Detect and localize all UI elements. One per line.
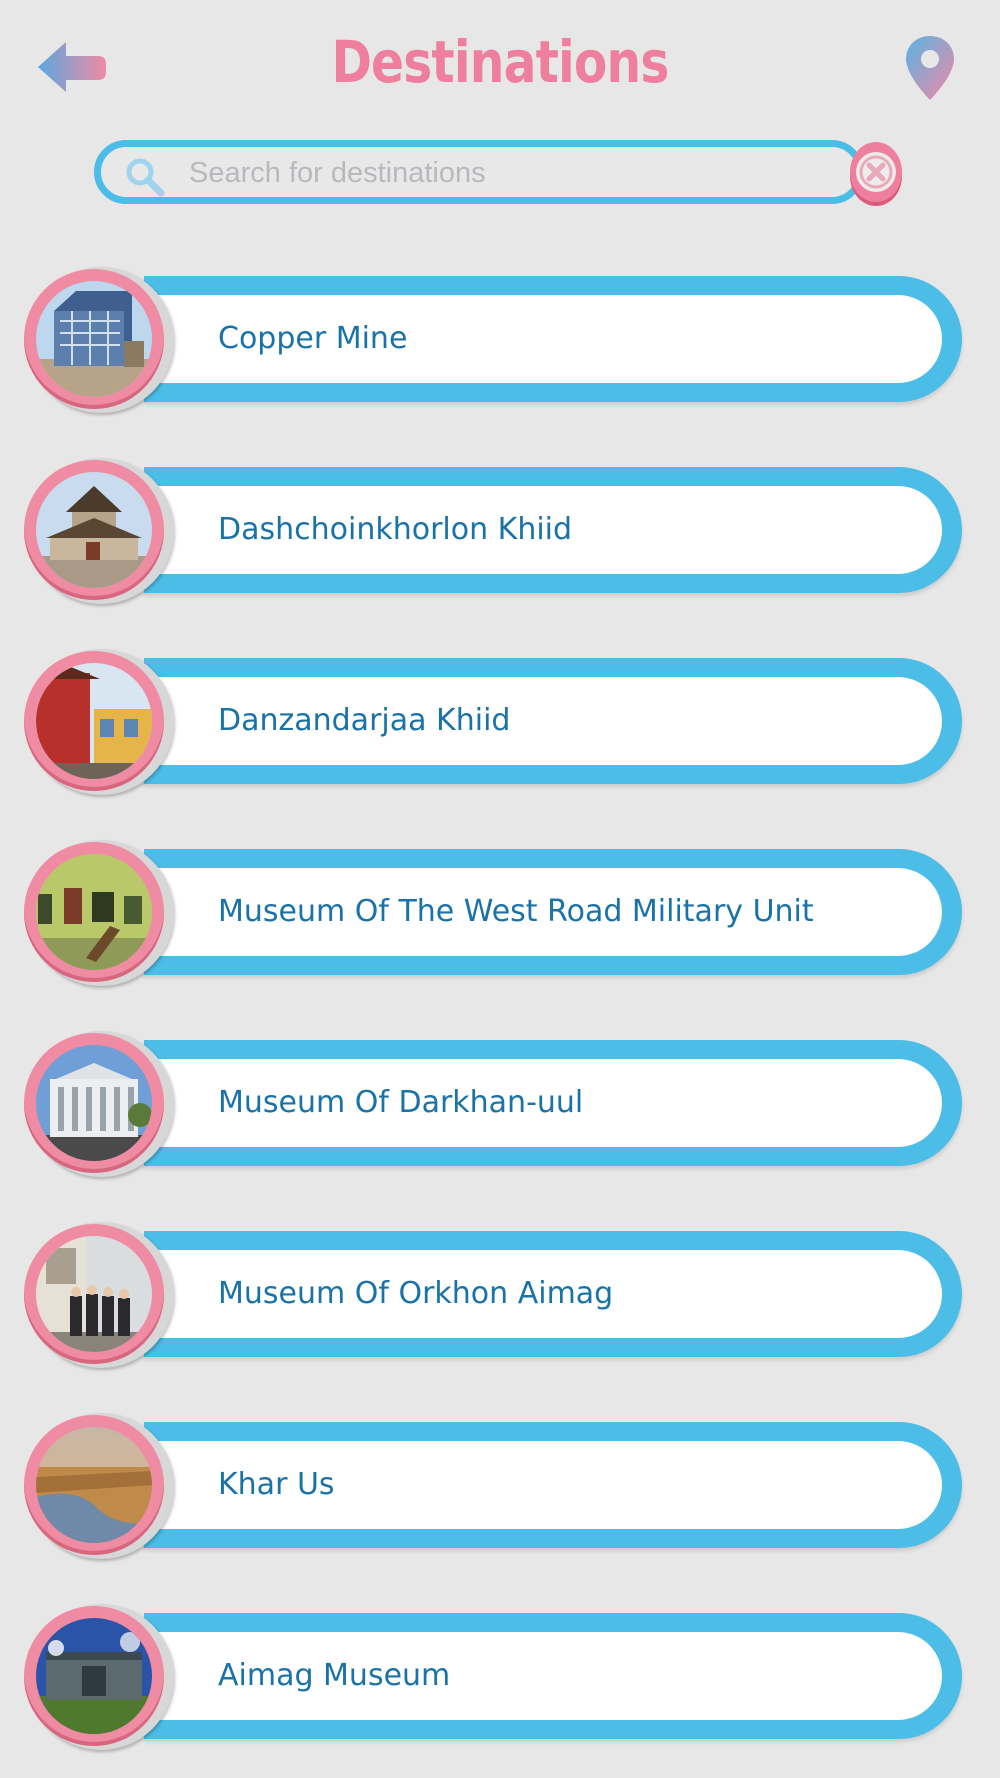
destination-thumbnail — [24, 1413, 174, 1559]
destination-thumbnail — [24, 458, 174, 604]
destination-name: Museum Of Darkhan-uul — [218, 1085, 584, 1120]
destination-name: Museum Of Orkhon Aimag — [218, 1276, 614, 1311]
destination-list: Copper Mine Dashchoinkhorlon Khiid Danza… — [0, 0, 1000, 1778]
destination-name: Khar Us — [218, 1467, 335, 1502]
destination-name: Aimag Museum — [218, 1658, 451, 1693]
destination-item[interactable]: Khar Us — [24, 1413, 964, 1572]
destination-thumbnail — [24, 840, 174, 986]
destination-thumbnail — [24, 649, 174, 795]
destination-item[interactable]: Museum Of Orkhon Aimag — [24, 1222, 964, 1381]
destination-thumbnail — [24, 1031, 174, 1177]
destination-item[interactable]: Copper Mine — [24, 267, 964, 426]
destination-name: Dashchoinkhorlon Khiid — [218, 512, 573, 547]
destination-thumbnail — [24, 1604, 174, 1750]
destination-item[interactable]: Museum Of Darkhan-uul — [24, 1031, 964, 1190]
destination-thumbnail — [24, 267, 174, 413]
destination-item[interactable]: Aimag Museum — [24, 1604, 964, 1763]
destination-item[interactable]: Dashchoinkhorlon Khiid — [24, 458, 964, 617]
destination-item[interactable]: Danzandarjaa Khiid — [24, 649, 964, 808]
destination-name: Copper Mine — [218, 321, 408, 356]
destination-thumbnail — [24, 1222, 174, 1368]
destination-name: Danzandarjaa Khiid — [218, 703, 511, 738]
destination-item[interactable]: Museum Of The West Road Military Unit — [24, 840, 964, 999]
destination-name: Museum Of The West Road Military Unit — [218, 894, 814, 929]
